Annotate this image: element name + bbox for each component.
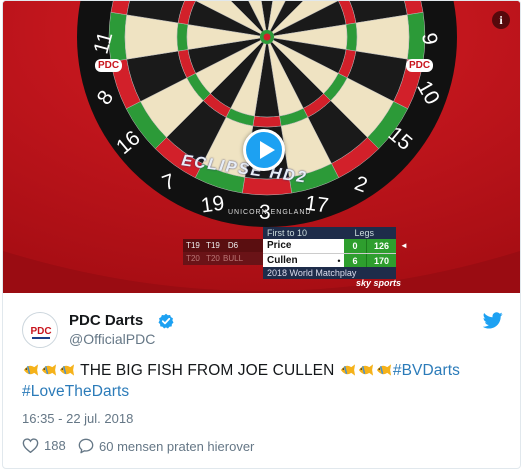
board-segment: [252, 115, 282, 128]
pdc-logo-right: PDC: [406, 59, 434, 72]
like-button[interactable]: 188: [22, 438, 66, 453]
pdc-avatar-logo: PDC: [24, 314, 57, 347]
twitter-bird-icon[interactable]: [483, 312, 503, 329]
player-name: Price: [267, 240, 292, 251]
video-thumbnail[interactable]: 11 8 16 7 19 3 17 2 15 10 9 ECLIPSE HD2 …: [3, 1, 520, 293]
scoreboard-row: Price 0 126: [263, 239, 396, 253]
pdc-logo-left: PDC: [95, 59, 123, 72]
speech-bubble-icon: [78, 438, 94, 454]
avatar-text: PDC: [30, 326, 51, 337]
reply-count-text: 60 mensen praten hierover: [99, 438, 255, 454]
verified-badge-icon: [158, 313, 174, 329]
throw: T19: [186, 241, 200, 250]
tropical-fish-emoji-icon: [340, 364, 355, 376]
tropical-fish-emoji-icon: [41, 364, 57, 376]
reply-link[interactable]: 60 mensen praten hierover: [78, 438, 254, 454]
display-name[interactable]: PDC Darts: [69, 312, 143, 329]
throw-marker: •: [337, 256, 341, 266]
scoreboard-format: First to 10: [267, 228, 308, 238]
tropical-fish-emoji-icon: [358, 364, 373, 376]
player-points: 126: [366, 239, 396, 253]
heart-icon: [22, 438, 39, 453]
tweet-card[interactable]: 11 8 16 7 19 3 17 2 15 10 9 ECLIPSE HD2 …: [2, 0, 521, 469]
info-icon[interactable]: i: [492, 11, 510, 29]
player-points: 170: [366, 254, 396, 267]
board-segment: [176, 22, 189, 52]
scoreboard-row: Cullen • 6 170: [263, 253, 396, 267]
throw: T20: [206, 254, 220, 263]
player-name: Cullen: [267, 255, 298, 266]
throw: D6: [227, 241, 239, 250]
tweet-timestamp[interactable]: 16:35 - 22 jul. 2018: [22, 411, 133, 426]
play-icon: [260, 141, 275, 159]
tropical-fish-emoji-icon: [59, 364, 75, 376]
scoreboard: First to 10 Legs Price 0 126 Cullen • 6 …: [263, 227, 396, 279]
board-segment: [345, 22, 358, 52]
tropical-fish-emoji-icon: [376, 364, 391, 376]
hashtag-link[interactable]: #BVDarts: [393, 362, 460, 379]
throw: BULL: [223, 254, 244, 263]
throws-panel: T19 T19 D6 T20 T20 BULL: [183, 239, 263, 265]
hashtag-link[interactable]: #LoveTheDarts: [22, 383, 129, 400]
throw: T19: [206, 241, 220, 250]
throw-marker: [334, 239, 344, 253]
broadcaster-logo: sky sports: [356, 278, 402, 288]
throw: T20: [186, 254, 200, 263]
active-player-arrow-icon: ◄: [400, 241, 408, 250]
board-number: 19: [199, 191, 226, 218]
tropical-fish-emoji-icon: [23, 364, 39, 376]
board-subtitle: UNICORN ENGLAND: [228, 209, 312, 216]
avatar[interactable]: PDC: [22, 312, 58, 348]
scoreboard-legs-header: Legs: [354, 228, 374, 238]
like-count: 188: [44, 438, 66, 453]
user-handle[interactable]: @OfficialPDC: [69, 331, 155, 347]
player-legs: 0: [344, 239, 366, 253]
player-legs: 6: [344, 254, 366, 267]
tweet-main-text: THE BIG FISH FROM JOE CULLEN: [80, 362, 335, 379]
play-button[interactable]: [243, 129, 285, 171]
tweet-text: THE BIG FISH FROM JOE CULLEN #BVDarts #L…: [22, 360, 502, 402]
